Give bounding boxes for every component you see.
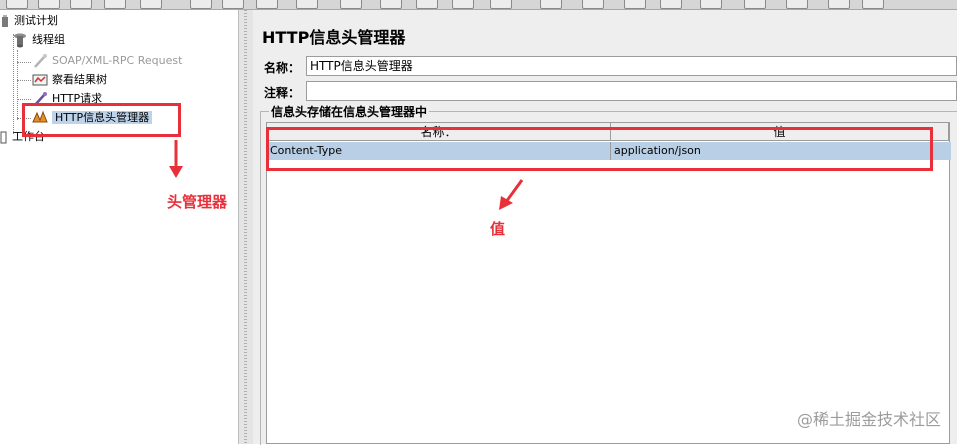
toolbar-button[interactable] (104, 0, 126, 9)
toolbar-button[interactable] (452, 0, 474, 9)
tree-connector (13, 34, 14, 134)
annotation-label-value: 值 (490, 220, 506, 238)
workbench-icon (0, 129, 8, 145)
toolbar-button[interactable] (490, 0, 512, 9)
watermark: @稀土掘金技术社区 (796, 410, 941, 429)
toolbar-button[interactable] (340, 0, 362, 9)
toolbar-button[interactable] (582, 0, 604, 9)
toolbar (0, 0, 957, 10)
comment-field[interactable] (306, 81, 957, 101)
toolbar-button[interactable] (140, 0, 162, 9)
annotation-box-header-manager (22, 103, 181, 137)
toolbar-button[interactable] (744, 0, 766, 9)
tree-node-label: 察看结果树 (52, 73, 107, 86)
group-title: 信息头存储在信息头管理器中 (269, 103, 430, 120)
toolbar-button[interactable] (190, 0, 212, 9)
test-plan-icon (0, 13, 10, 29)
toolbar-button[interactable] (38, 0, 60, 9)
pipette-icon (32, 53, 48, 69)
name-field[interactable]: HTTP信息头管理器 (306, 56, 957, 76)
tree-node-label: SOAP/XML-RPC Request (52, 54, 183, 67)
result-tree-icon (32, 72, 48, 88)
name-label: 名称： (264, 61, 301, 75)
test-plan-tree: 测试计划 线程组 SOAP/XML-RPC Request 察看结果树 HTTP… (0, 10, 238, 444)
comment-label: 注释： (264, 86, 301, 100)
tree-node-result-tree[interactable]: 察看结果树 (32, 71, 107, 89)
annotation-label-header-manager: 头管理器 (167, 193, 228, 211)
annotation-arrow-down (169, 140, 183, 178)
annotation-arrow-diagonal (499, 179, 524, 210)
tree-node-thread-group[interactable]: 线程组 (12, 31, 65, 49)
toolbar-button[interactable] (862, 0, 884, 9)
tree-node-test-plan[interactable]: 测试计划 (0, 12, 58, 30)
toolbar-button[interactable] (660, 0, 682, 9)
tree-node-soap-request[interactable]: SOAP/XML-RPC Request (32, 52, 182, 70)
tree-connector (17, 99, 31, 100)
thread-group-icon (12, 32, 28, 48)
page-title: HTTP信息头管理器 (262, 28, 406, 47)
toolbar-button[interactable] (540, 0, 562, 9)
tree-node-label: 测试计划 (14, 14, 58, 27)
annotation-box-value (266, 127, 933, 171)
tree-node-label: 线程组 (32, 33, 65, 46)
toolbar-button[interactable] (786, 0, 808, 9)
toolbar-button[interactable] (700, 0, 722, 9)
toolbar-button[interactable] (6, 0, 28, 9)
toolbar-button[interactable] (380, 0, 402, 9)
toolbar-button[interactable] (828, 0, 850, 9)
toolbar-button[interactable] (296, 0, 318, 9)
toolbar-button[interactable] (624, 0, 646, 9)
panel-splitter[interactable] (238, 10, 254, 444)
toolbar-button[interactable] (70, 0, 92, 9)
tree-connector (17, 80, 31, 81)
toolbar-button[interactable] (256, 0, 278, 9)
header-manager-panel: HTTP信息头管理器 名称： HTTP信息头管理器 注释： 信息头存储在信息头管… (253, 10, 957, 445)
toolbar-button[interactable] (416, 0, 438, 9)
toolbar-button[interactable] (222, 0, 244, 9)
tree-connector (17, 50, 18, 120)
tree-connector (17, 62, 31, 63)
